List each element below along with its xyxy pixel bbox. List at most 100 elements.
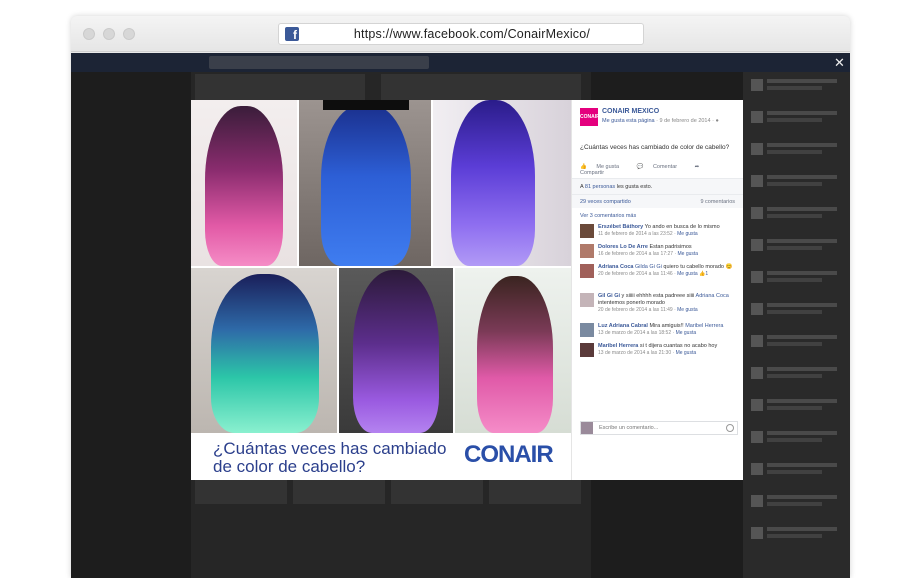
background-block: [195, 74, 365, 100]
shares-summary: 29 veces compartido 9 comentarios: [572, 194, 743, 208]
feed-row: [751, 332, 843, 356]
browser-toolbar: f https://www.facebook.com/ConairMexico/: [71, 16, 850, 52]
comment-date: 11 de febrero de 2014 a las 23:52 ·: [598, 231, 678, 237]
window-close-dot[interactable]: [83, 28, 95, 40]
feed-row: [751, 460, 843, 484]
background-activity-feed-dimmed: [743, 72, 850, 578]
feed-row: [751, 140, 843, 164]
post-photo[interactable]: ¿Cuántas veces has cambiado de color de …: [191, 100, 571, 480]
window-minimize-dot[interactable]: [103, 28, 115, 40]
photo-caption-line-2: de color de cabello?: [213, 457, 366, 476]
comment-author[interactable]: Dolores Lo De Arre: [598, 244, 648, 250]
feed-row: [751, 396, 843, 420]
comment-text: Mira amiguis!!: [647, 323, 686, 329]
comment-date: 16 de febrero de 2014 a las 17:27 ·: [598, 251, 678, 257]
facebook-top-bar-dimmed: [71, 53, 850, 72]
commenter-avatar[interactable]: [580, 323, 594, 337]
comment-body: Adriana Coca Gilda Gi Gi quiero tu cabel…: [598, 264, 738, 278]
hair-photo-purple: [433, 100, 571, 266]
comment-mention[interactable]: Gilda Gi Gi: [633, 264, 662, 270]
photo-caption: ¿Cuántas veces has cambiado de color de …: [213, 440, 453, 476]
post-actions: 👍 Me gusta 💬 Comentar ➦ Compartir: [580, 164, 736, 176]
page-meta: Me gusta esta página · 9 de febrero de 2…: [602, 118, 719, 124]
url-text[interactable]: https://www.facebook.com/ConairMexico/: [309, 27, 635, 41]
comment-text: intentemos ponerlo morado: [598, 300, 665, 306]
comment-author[interactable]: Maribel Herrera: [598, 343, 638, 349]
comment-text: quiero tu cabello morado 😊: [661, 264, 733, 270]
share-icon: ➦: [694, 164, 700, 170]
comment-date: 13 de marzo de 2014 a las 18:52 ·: [598, 330, 676, 336]
feed-row: [751, 108, 843, 132]
comment-text: Estan padrisimos: [647, 244, 692, 250]
comment-text: y siiiii ehhhh esta padreee siiii: [620, 293, 696, 299]
comment-like-link[interactable]: Me gusta: [676, 350, 697, 356]
hair-photo-violet: [339, 268, 453, 433]
comment-mention[interactable]: Maribel Herrera: [685, 323, 723, 329]
comment-author[interactable]: Erszébet Báthory: [598, 224, 643, 230]
comment-author[interactable]: Luz Adriana Cabral: [598, 323, 648, 329]
comment-body: Dolores Lo De Arre Estan padrisimos 16 d…: [598, 244, 738, 258]
post-date: · 9 de febrero de 2014 ·: [654, 118, 716, 124]
comment-body: Luz Adriana Cabral Mira amiguis!! Maribe…: [598, 323, 738, 337]
post-text: ¿Cuántas veces has cambiado de color de …: [580, 144, 730, 151]
search-input-dimmed: [209, 56, 429, 69]
hair-photo-teal: [191, 268, 337, 433]
comment-like-count[interactable]: 1: [705, 271, 708, 277]
comment-like-link[interactable]: Me gusta: [676, 330, 697, 336]
background-block: [381, 74, 581, 100]
page-name-link[interactable]: CONAIR MEXICO: [602, 108, 659, 115]
commenter-avatar[interactable]: [580, 293, 594, 307]
address-bar[interactable]: f https://www.facebook.com/ConairMexico/: [278, 23, 644, 45]
current-user-avatar: [581, 422, 593, 434]
shares-link[interactable]: 29 veces compartido: [580, 199, 631, 205]
hair-photo-blue: [299, 100, 431, 266]
commenter-avatar[interactable]: [580, 343, 594, 357]
feed-row: [751, 300, 843, 324]
comment-input[interactable]: Escribe un comentario...: [580, 421, 738, 435]
hair-photo-magenta: [455, 268, 571, 433]
comment-like-link[interactable]: Me gusta: [677, 231, 698, 237]
camera-icon[interactable]: [726, 424, 734, 432]
feed-row: [751, 268, 843, 292]
commenter-avatar[interactable]: [580, 264, 594, 278]
comment-author[interactable]: Adriana Coca: [598, 264, 633, 270]
comment-author[interactable]: Gil Gi Gi: [598, 293, 620, 299]
comment-like-link[interactable]: Me gusta: [677, 307, 698, 313]
feed-row: [751, 524, 843, 548]
comment-mention[interactable]: Adriana Coca: [696, 293, 729, 299]
page-viewport: ✕ ¿Cuántas veces has cambiado de color d…: [71, 53, 850, 578]
comment-like-link[interactable]: Me gusta: [678, 251, 699, 257]
likes-summary: A 81 personas les gusta esto.: [572, 178, 743, 194]
feed-row: [751, 428, 843, 452]
likes-count-link[interactable]: 81 personas: [585, 184, 615, 190]
browser-window: f https://www.facebook.com/ConairMexico/…: [71, 16, 850, 578]
post-details-panel: CONAIR CONAIR MEXICO Me gusta esta págin…: [571, 100, 743, 480]
commenter-avatar[interactable]: [580, 244, 594, 258]
window-maximize-dot[interactable]: [123, 28, 135, 40]
conair-logo: CONAIR: [464, 441, 554, 468]
page-avatar[interactable]: CONAIR: [580, 108, 600, 126]
comment-text: Yo ando en busca de lo mismo: [643, 224, 720, 230]
feed-row: [751, 364, 843, 388]
comment-like-link[interactable]: Me gusta: [677, 271, 698, 277]
facebook-favicon-icon: f: [285, 27, 299, 41]
comment-text: si t dijera cuantas no acabo hoy: [638, 343, 718, 349]
hair-photo-pink: [191, 100, 297, 266]
photo-caption-line-1: ¿Cuántas veces has cambiado: [213, 439, 447, 458]
commenter-avatar[interactable]: [580, 224, 594, 238]
feed-row: [751, 172, 843, 196]
comment-date: 20 de febrero de 2014 a las 11:46 ·: [598, 271, 678, 277]
feed-row: [751, 204, 843, 228]
comment-body: Gil Gi Gi y siiiii ehhhh esta padreee si…: [598, 293, 738, 314]
feed-row: [751, 236, 843, 260]
comments-count: 9 comentarios: [700, 199, 735, 205]
like-page-link[interactable]: Me gusta esta página: [602, 118, 655, 124]
comment-input-placeholder: Escribe un comentario...: [599, 425, 659, 431]
feed-row: [751, 492, 843, 516]
comment-action[interactable]: 💬 Comentar: [637, 164, 686, 170]
view-more-comments-link[interactable]: Ver 3 comentarios más: [580, 213, 636, 219]
photo-viewer-modal: ¿Cuántas veces has cambiado de color de …: [191, 100, 743, 480]
photo-caption-area: ¿Cuántas veces has cambiado de color de …: [191, 433, 571, 480]
feed-row: [751, 76, 843, 100]
close-icon[interactable]: ✕: [834, 56, 845, 69]
